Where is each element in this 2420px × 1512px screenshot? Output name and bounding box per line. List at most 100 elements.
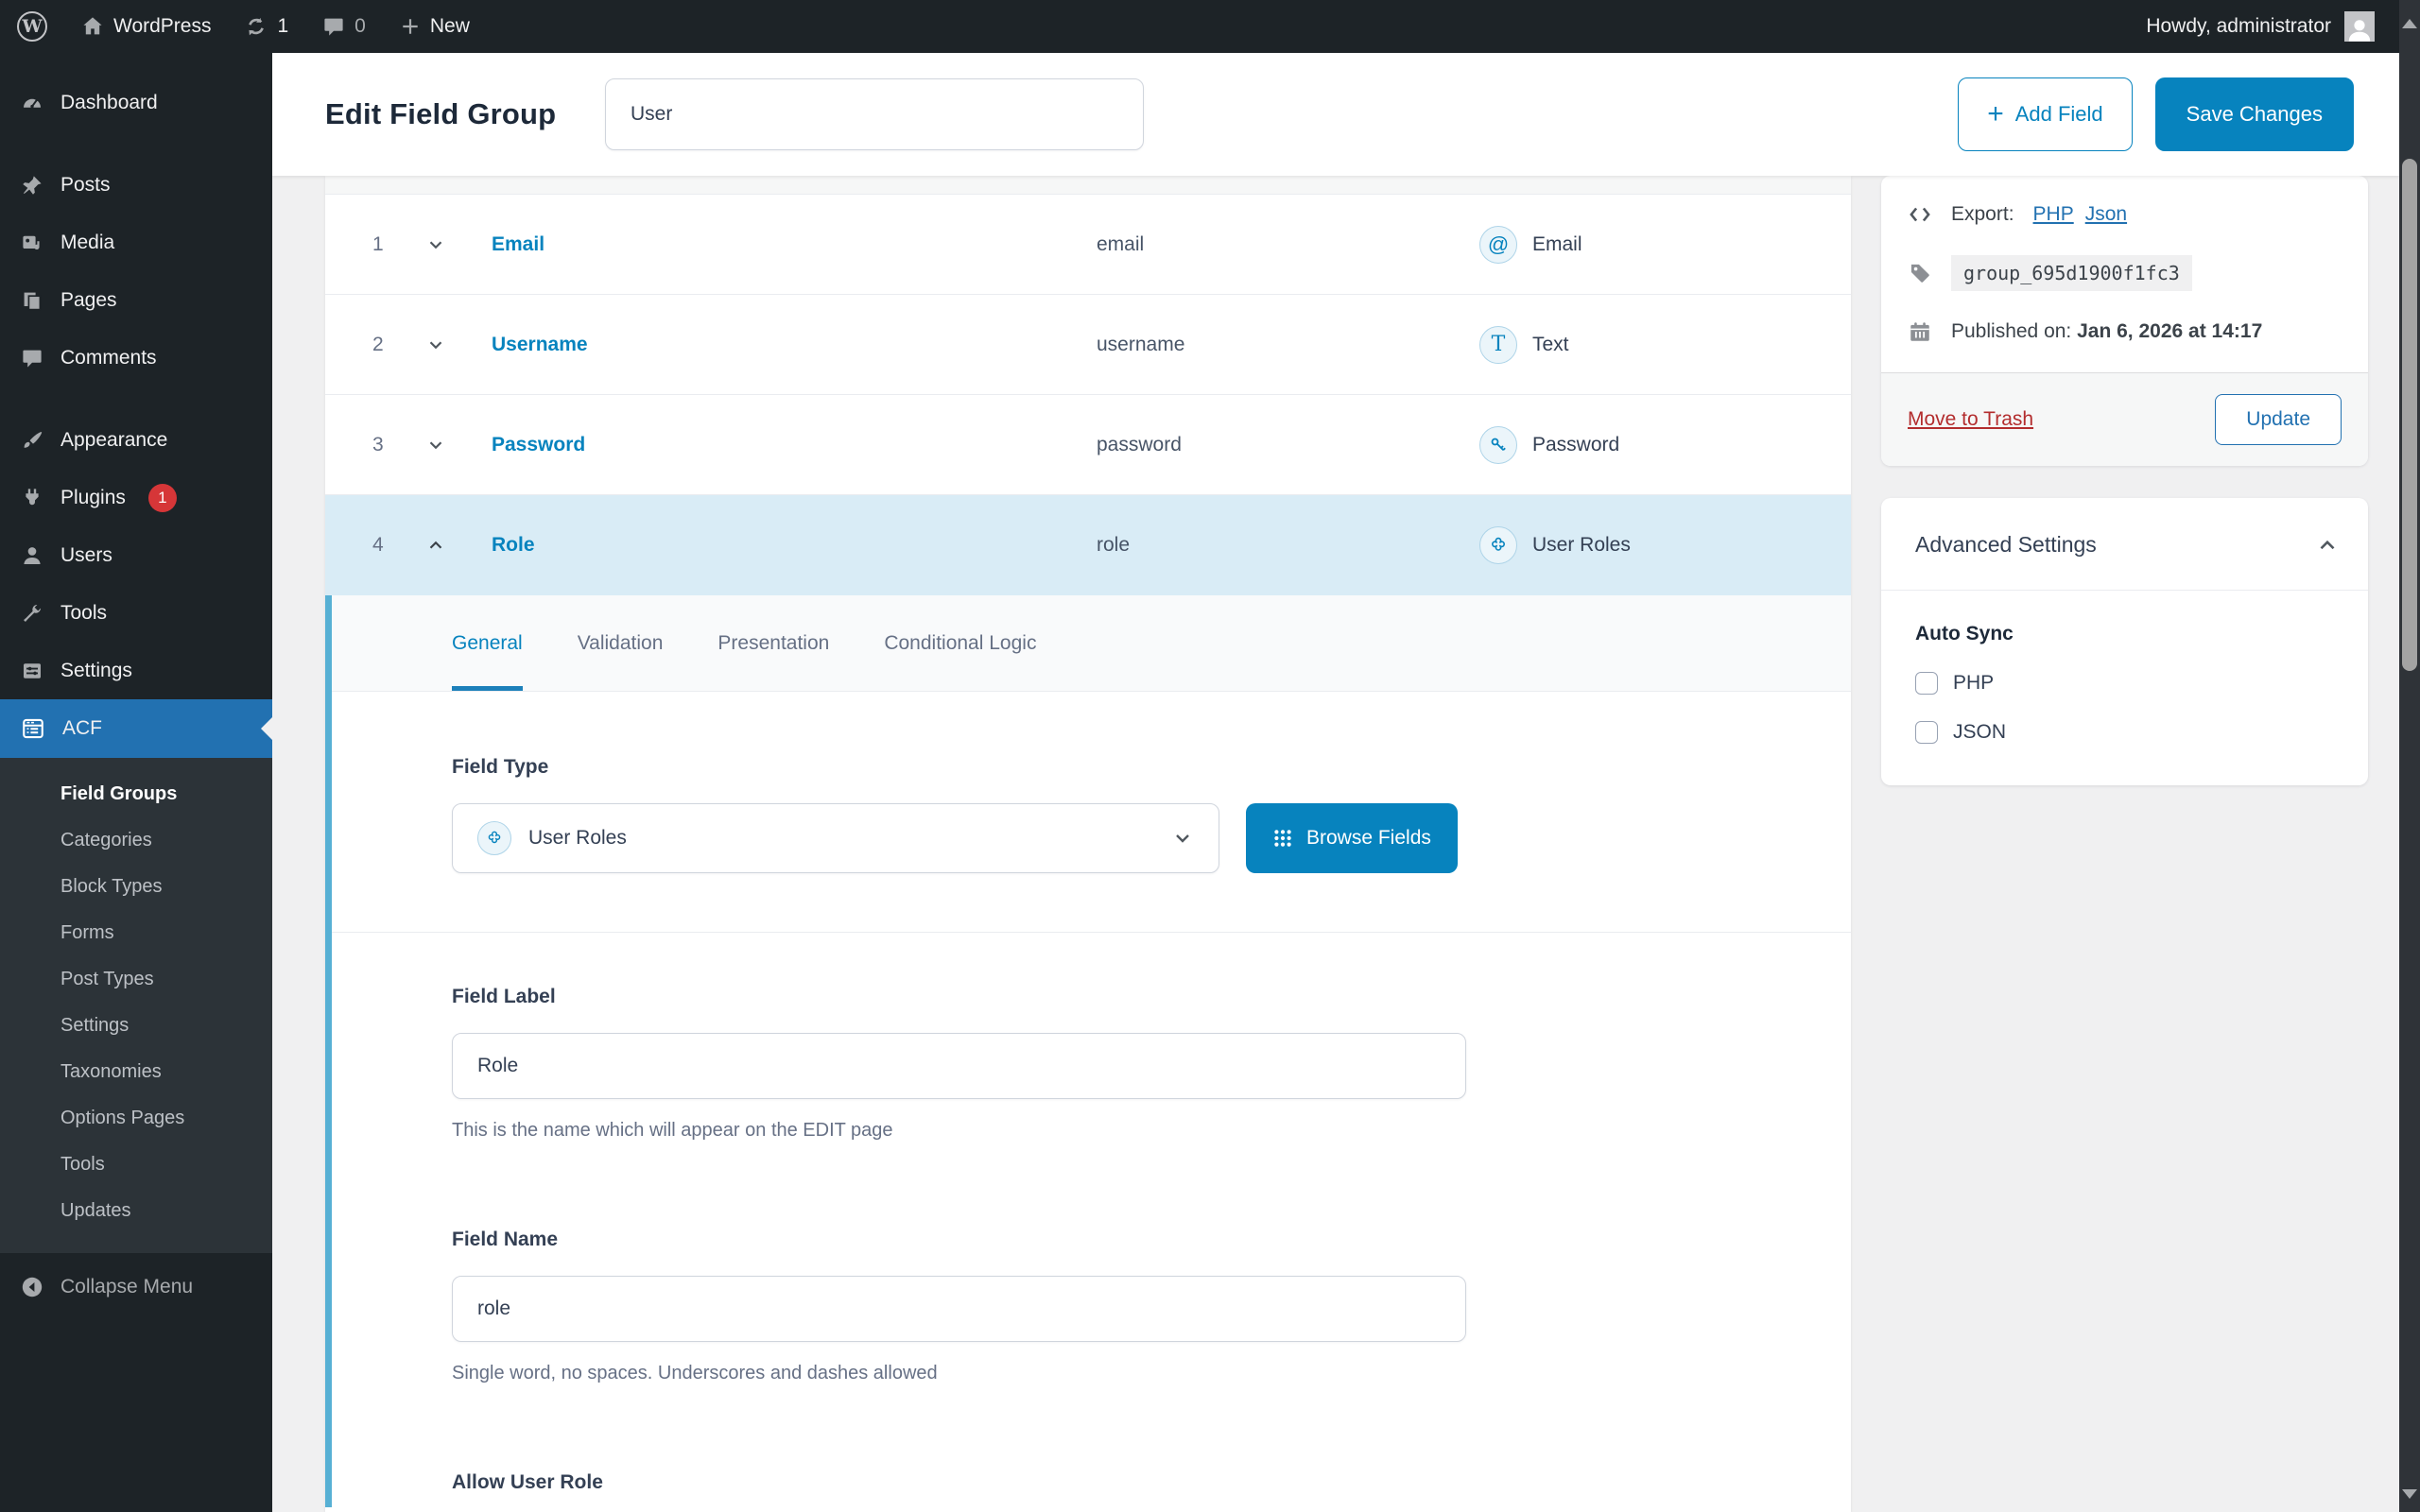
new-content-menu[interactable]: New <box>383 0 487 53</box>
page-scrollbar[interactable] <box>2399 0 2420 1512</box>
comments-icon <box>21 347 43 369</box>
advanced-settings-panel: Advanced Settings Auto Sync PHP JSON <box>1881 498 2368 785</box>
sidebar-item-label: Media <box>60 232 114 254</box>
plus-icon <box>400 16 421 37</box>
submenu-taxonomies[interactable]: Taxonomies <box>0 1049 272 1095</box>
tab-presentation[interactable]: Presentation <box>717 595 829 691</box>
chevron-down-icon[interactable] <box>425 234 492 255</box>
auto-sync-json-option[interactable]: JSON <box>1915 721 2334 744</box>
field-group-title-input[interactable] <box>605 78 1144 150</box>
chevron-up-icon[interactable] <box>425 535 492 556</box>
sidebar-item-settings[interactable]: Settings <box>0 642 272 699</box>
browse-fields-label: Browse Fields <box>1306 827 1431 850</box>
scrollbar-thumb[interactable] <box>2402 159 2417 671</box>
acf-icon <box>21 716 45 741</box>
page-title: Edit Field Group <box>325 97 556 131</box>
tab-validation[interactable]: Validation <box>578 595 664 691</box>
sidebar-item-plugins[interactable]: Plugins 1 <box>0 469 272 526</box>
sidebar-item-posts[interactable]: Posts <box>0 156 272 214</box>
field-label-link[interactable]: Password <box>492 434 1097 456</box>
avatar <box>2344 11 2375 42</box>
sidebar-item-appearance[interactable]: Appearance <box>0 411 272 469</box>
wp-logo-menu[interactable]: W <box>0 0 64 53</box>
submenu-options-pages[interactable]: Options Pages <box>0 1095 272 1142</box>
field-name-help: Single word, no spaces. Underscores and … <box>452 1363 1851 1384</box>
updates-count: 1 <box>277 15 288 38</box>
chevron-up-icon <box>2315 533 2340 558</box>
submenu-categories[interactable]: Categories <box>0 817 272 864</box>
plus-icon: + <box>1987 100 2004 129</box>
update-button[interactable]: Update <box>2215 394 2342 445</box>
field-type-label: Email <box>1532 233 1582 256</box>
php-checkbox[interactable] <box>1915 672 1938 695</box>
page-header: Edit Field Group + Add Field Save Change… <box>272 53 2399 176</box>
field-label-link[interactable]: Role <box>492 534 1097 557</box>
dashboard-icon <box>21 92 43 114</box>
pages-icon <box>21 289 43 312</box>
collapse-menu-label: Collapse Menu <box>60 1276 193 1298</box>
submenu-block-types[interactable]: Block Types <box>0 864 272 910</box>
submenu-tools[interactable]: Tools <box>0 1142 272 1188</box>
right-sidebar: Export: PHP Json group_695d1900f1fc3 Pub… <box>1881 176 2368 785</box>
browse-fields-button[interactable]: Browse Fields <box>1246 803 1458 873</box>
field-type-select[interactable]: User Roles <box>452 803 1219 873</box>
sidebar-item-label: Comments <box>60 347 157 369</box>
sidebar-item-label: Appearance <box>60 429 167 452</box>
user-roles-type-icon <box>1479 526 1517 564</box>
chevron-down-icon[interactable] <box>425 435 492 455</box>
sidebar-item-acf[interactable]: ACF <box>0 699 272 758</box>
pin-icon <box>21 174 43 197</box>
updates-menu[interactable]: 1 <box>228 0 305 53</box>
field-label-input[interactable] <box>452 1033 1466 1099</box>
sidebar-item-tools[interactable]: Tools <box>0 584 272 642</box>
auto-sync-php-option[interactable]: PHP <box>1915 672 2334 695</box>
save-changes-button[interactable]: Save Changes <box>2155 77 2354 151</box>
checkbox-label: PHP <box>1953 672 1994 695</box>
sidebar-item-users[interactable]: Users <box>0 526 272 584</box>
submenu-updates[interactable]: Updates <box>0 1188 272 1234</box>
json-checkbox[interactable] <box>1915 721 1938 744</box>
submenu-post-types[interactable]: Post Types <box>0 956 272 1003</box>
sidebar-item-dashboard[interactable]: Dashboard <box>0 74 272 131</box>
allow-user-role-label: Allow User Role <box>452 1471 1851 1494</box>
advanced-settings-header[interactable]: Advanced Settings <box>1881 498 2368 591</box>
field-type-label: User Roles <box>1532 534 1631 557</box>
sidebar-item-media[interactable]: Media <box>0 214 272 271</box>
field-type-value: User Roles <box>528 827 627 850</box>
submenu-field-groups[interactable]: Field Groups <box>0 771 272 817</box>
field-row-username[interactable]: 2 Username username T Text <box>325 295 1851 395</box>
scroll-up-arrow[interactable] <box>2402 11 2417 28</box>
tab-conditional-logic[interactable]: Conditional Logic <box>884 595 1036 691</box>
site-name-menu[interactable]: WordPress <box>64 0 228 53</box>
add-field-button[interactable]: + Add Field <box>1958 77 2132 151</box>
field-name: username <box>1097 334 1479 356</box>
field-name-input[interactable] <box>452 1276 1466 1342</box>
home-icon <box>81 15 104 38</box>
collapse-arrow-icon <box>21 1276 43 1298</box>
field-row-email[interactable]: 1 Email email @ Email <box>325 195 1851 295</box>
submenu-settings[interactable]: Settings <box>0 1003 272 1049</box>
scroll-down-arrow[interactable] <box>2402 1489 2417 1506</box>
field-type: User Roles <box>1479 526 1851 564</box>
comment-bubble-icon <box>322 15 345 38</box>
field-label-link[interactable]: Email <box>492 233 1097 256</box>
move-to-trash-link[interactable]: Move to Trash <box>1908 408 2033 431</box>
export-php-link[interactable]: PHP <box>2033 203 2074 226</box>
account-menu[interactable]: Howdy, administrator <box>2146 11 2420 42</box>
email-type-icon: @ <box>1479 226 1517 264</box>
field-settings-editor: General Validation Presentation Conditio… <box>325 595 1851 1507</box>
checkbox-label: JSON <box>1953 721 2006 744</box>
sidebar-item-pages[interactable]: Pages <box>0 271 272 329</box>
export-json-link[interactable]: Json <box>2085 203 2127 226</box>
chevron-down-icon[interactable] <box>425 335 492 355</box>
sidebar-item-comments[interactable]: Comments <box>0 329 272 387</box>
comments-menu[interactable]: 0 <box>305 0 383 53</box>
sidebar-item-label: Posts <box>60 174 111 197</box>
field-name: role <box>1097 534 1479 557</box>
collapse-menu-button[interactable]: Collapse Menu <box>0 1261 272 1314</box>
submenu-forms[interactable]: Forms <box>0 910 272 956</box>
tab-general[interactable]: General <box>452 595 523 691</box>
field-row-password[interactable]: 3 Password password Password <box>325 395 1851 495</box>
field-row-role[interactable]: 4 Role role User Roles <box>325 495 1851 595</box>
field-label-link[interactable]: Username <box>492 334 1097 356</box>
